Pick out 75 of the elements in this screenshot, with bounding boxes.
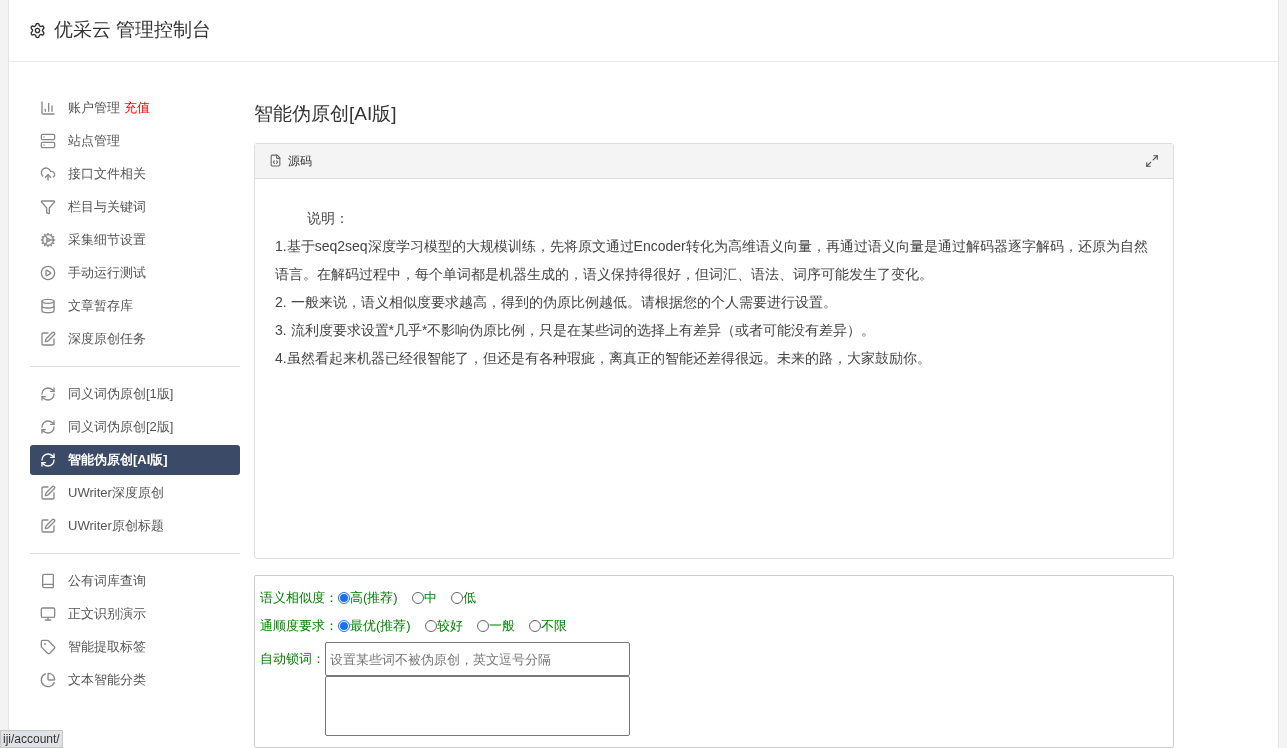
sidebar-item[interactable]: 同义词伪原创[2版] (30, 412, 240, 442)
option-label: 语义相似度： (260, 589, 338, 608)
radio-option[interactable]: 不限 (528, 616, 567, 636)
sidebar-item[interactable]: UWriter原创标题 (30, 511, 240, 541)
refresh-icon (40, 452, 56, 468)
sidebar-label: 深度原创任务 (68, 330, 146, 349)
sidebar-label: 智能伪原创[AI版] (68, 451, 168, 470)
source-tab[interactable]: 源码 (288, 151, 312, 170)
play-icon (40, 265, 56, 281)
sidebar-item[interactable]: 站点管理 (30, 126, 240, 156)
sidebar-label: 栏目与关键词 (68, 198, 146, 217)
sidebar-item[interactable]: 公有词库查询 (30, 566, 240, 596)
sidebar-label: 公有词库查询 (68, 572, 146, 591)
radio-option[interactable]: 中 (411, 588, 437, 608)
sidebar-label: 接口文件相关 (68, 165, 146, 184)
sidebar-label: UWriter原创标题 (68, 517, 164, 536)
sidebar-label: 同义词伪原创[2版] (68, 418, 174, 437)
monitor-icon (40, 606, 56, 622)
recharge-link[interactable]: 充值 (124, 98, 150, 118)
bar-chart-icon (40, 100, 56, 116)
sidebar-item[interactable]: 智能伪原创[AI版] (30, 445, 240, 475)
refresh-icon (40, 386, 56, 402)
radio-option[interactable]: 高(推荐) (338, 588, 398, 608)
server-icon (40, 133, 56, 149)
sidebar-label: 智能提取标签 (68, 638, 146, 657)
edit-icon (40, 331, 56, 347)
sidebar-label: 文本智能分类 (68, 671, 146, 690)
radio-option[interactable]: 最优(推荐) (338, 616, 411, 636)
sidebar-item[interactable]: 智能提取标签 (30, 632, 240, 662)
settings-icon (29, 22, 46, 39)
radio-option[interactable]: 一般 (476, 616, 515, 636)
expand-icon[interactable] (1145, 153, 1159, 168)
option-label: 通顺度要求： (260, 617, 338, 636)
refresh-icon (40, 419, 56, 435)
lock-words-field[interactable]: 设置某些词不被伪原创，英文逗号分隔 (325, 642, 630, 677)
sidebar-label: UWriter深度原创 (68, 484, 164, 503)
tag-icon (40, 639, 56, 655)
sidebar-label: 采集细节设置 (68, 231, 146, 250)
cloud-upload-icon (40, 166, 56, 182)
sidebar-item[interactable]: UWriter深度原创 (30, 478, 240, 508)
radio-option[interactable]: 低 (450, 588, 476, 608)
text-field[interactable] (325, 676, 630, 737)
sidebar-item[interactable]: 接口文件相关 (30, 159, 240, 189)
sidebar-label: 手动运行测试 (68, 264, 146, 283)
sidebar-item[interactable]: 采集细节设置 (30, 225, 240, 255)
page-title: 智能伪原创[AI版] (254, 102, 398, 126)
sidebar-item[interactable]: 栏目与关键词 (30, 192, 240, 222)
sidebar-item[interactable]: 文章暂存库 (30, 291, 240, 321)
sidebar-item[interactable]: 深度原创任务 (30, 324, 240, 354)
sidebar-item[interactable]: 同义词伪原创[1版] (30, 379, 240, 409)
sidebar-item[interactable]: 正文识别演示 (30, 599, 240, 629)
lock-words-label: 自动锁词： (260, 650, 325, 669)
file-code-icon (269, 154, 282, 167)
radio-option[interactable]: 较好 (424, 616, 463, 636)
status-url: iji/account/ (0, 730, 63, 748)
editor-text: 2. 一般来说，语义相似度要求越高，得到的伪原比例越低。请根据您的个人需要进行设置。 (275, 292, 838, 312)
sidebar-label: 正文识别演示 (68, 605, 146, 624)
pie-chart-icon (40, 672, 56, 688)
sidebar-item[interactable]: 手动运行测试 (30, 258, 240, 288)
sidebar-label: 站点管理 (68, 132, 120, 151)
database-icon (40, 298, 56, 314)
editor-text: 说明： (306, 208, 350, 228)
filter-icon (40, 199, 56, 215)
sidebar-label: 文章暂存库 (68, 297, 133, 316)
edit-icon (40, 485, 56, 501)
edit-icon (40, 518, 56, 534)
app-title: 优采云 管理控制台 (54, 18, 212, 43)
editor-text: 3. 流利度要求设置*几乎*不影响伪原比例，只是在某些词的选择上有差异（或者可能没有差异）。 (275, 320, 877, 340)
sidebar-label: 同义词伪原创[1版] (68, 385, 174, 404)
sidebar-item[interactable]: 文本智能分类 (30, 665, 240, 695)
book-icon (40, 573, 56, 589)
editor-text: 1.基于seq2seq深度学习模型的大规模训练，先将原文通过Encoder转化为高维语义向量，再通过语义向量是通过解码器逐字解码，还原为自然语言。在解码过程中，每个单词都是机器生成的，语义保持得很好，但词汇、语法、词序可能发生了变化。 (275, 236, 1149, 284)
editor-text: 4.虽然看起来机器已经很智能了，但还是有各种瑕疵，离真正的智能还差得很远。未来的路，大家鼓励你。 (275, 348, 932, 368)
sidebar-label: 账户管理 (68, 99, 120, 118)
sidebar-item[interactable]: 账户管理 充值 (30, 93, 240, 123)
